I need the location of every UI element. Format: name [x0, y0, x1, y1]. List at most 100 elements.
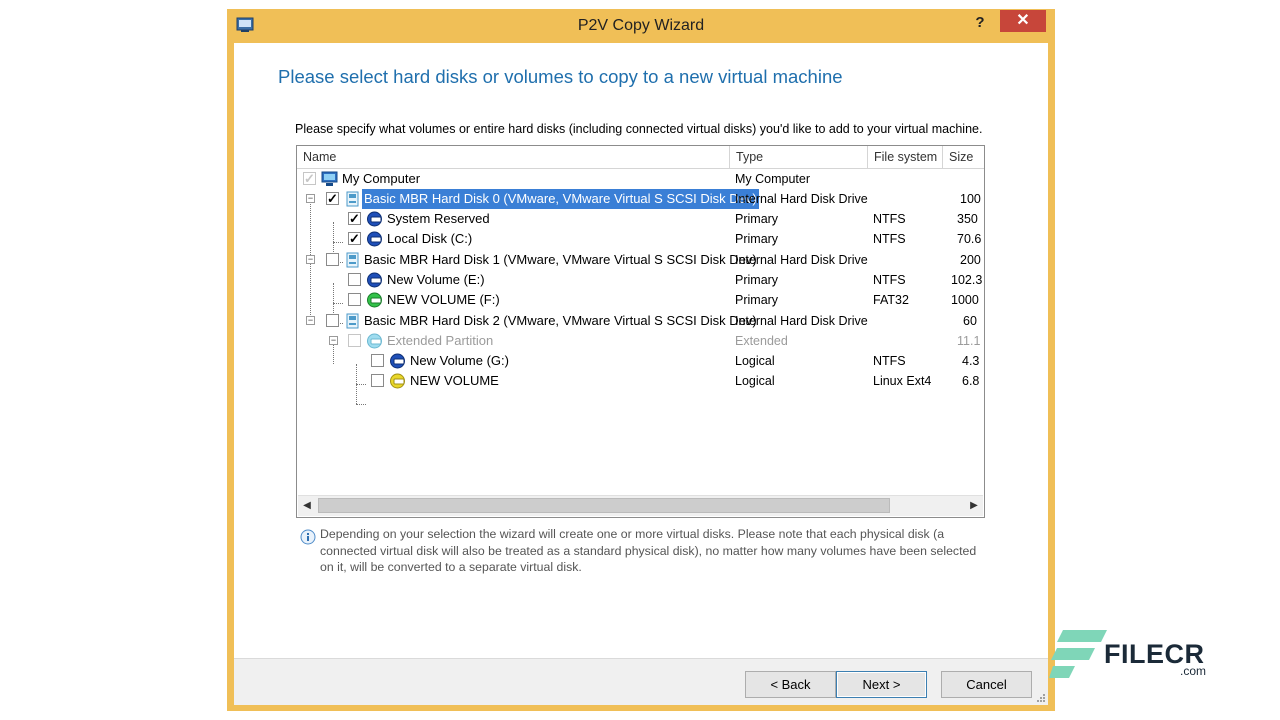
row-checkbox[interactable]	[348, 293, 361, 306]
info-note: Depending on your selection the wizard w…	[320, 527, 977, 574]
column-header-row: Name Type File system Size	[297, 146, 984, 169]
row-checkbox[interactable]	[326, 253, 339, 266]
next-button[interactable]: Next >	[836, 671, 927, 698]
tree-row-disk-2[interactable]: − Basic MBR Hard Disk 2 (VMware, VMware …	[297, 311, 984, 331]
row-type: Primary	[735, 293, 779, 307]
ntfs-volume-icon	[390, 353, 405, 369]
ntfs-volume-icon	[367, 272, 382, 288]
row-checkbox[interactable]: ✓	[348, 212, 361, 225]
disk-tree-list[interactable]: Name Type File system Size ✓ My Computer…	[296, 145, 985, 518]
back-button[interactable]: < Back	[745, 671, 836, 698]
row-size: 6.8	[962, 374, 980, 388]
row-size: 60	[963, 314, 977, 328]
help-button[interactable]: ?	[965, 11, 995, 35]
wizard-footer: < Back Next > Cancel	[234, 658, 1048, 705]
wizard-content: Please select hard disks or volumes to c…	[234, 43, 1048, 705]
row-name: Basic MBR Hard Disk 0 (VMware, VMware Vi…	[362, 189, 759, 209]
column-header-file-system[interactable]: File system	[868, 146, 943, 168]
watermark-suffix: .com	[1180, 664, 1207, 678]
instructions-text: Please specify what volumes or entire ha…	[295, 122, 983, 136]
row-type: Primary	[735, 273, 779, 287]
row-size: 1000	[951, 293, 979, 307]
ntfs-volume-icon	[367, 231, 382, 247]
hard-disk-icon	[346, 313, 359, 329]
row-checkbox[interactable]	[348, 273, 361, 286]
scroll-left-icon[interactable]: ◀	[298, 496, 316, 516]
row-type: Internal Hard Disk Drive	[735, 192, 868, 206]
window-title: P2V Copy Wizard	[577, 17, 705, 34]
title-bar[interactable]: P2V Copy Wizard ? ✕	[227, 9, 1055, 43]
column-header-name[interactable]: Name	[297, 146, 730, 168]
hard-disk-icon	[346, 252, 359, 268]
horizontal-scrollbar[interactable]: ◀ ▶	[298, 495, 983, 516]
row-checkbox[interactable]: ✓	[348, 232, 361, 245]
row-type: My Computer	[735, 172, 811, 186]
column-header-size[interactable]: Size	[943, 146, 984, 168]
extended-partition-icon	[367, 333, 382, 349]
row-file-system: NTFS	[873, 354, 906, 368]
row-size: 200	[960, 253, 981, 267]
tree-connector	[356, 404, 366, 405]
column-header-type[interactable]: Type	[730, 146, 868, 168]
row-size: 102.3	[951, 273, 983, 287]
row-checkbox[interactable]: ✓	[326, 192, 339, 205]
tree-row-new-volume-g[interactable]: New Volume (G:) Logical NTFS 4.3	[297, 351, 984, 371]
tree-row-new-volume-e[interactable]: New Volume (E:) Primary NTFS 102.3	[297, 270, 984, 290]
tree-row-new-volume-linux[interactable]: NEW VOLUME Logical Linux Ext4 6.8	[297, 371, 984, 391]
row-checkbox	[348, 334, 361, 347]
tree-row-my-computer[interactable]: ✓ My Computer My Computer	[297, 169, 984, 189]
collapse-toggle[interactable]: −	[306, 316, 315, 325]
row-file-system: FAT32	[873, 293, 909, 307]
row-file-system: NTFS	[873, 273, 906, 287]
row-name: Extended Partition	[387, 333, 494, 348]
row-checkbox[interactable]	[371, 354, 384, 367]
row-size: 70.6	[957, 232, 982, 246]
row-type: Logical	[735, 374, 775, 388]
ntfs-volume-icon	[367, 211, 382, 227]
wizard-window: P2V Copy Wizard ? ✕ Please select hard d…	[227, 9, 1055, 711]
row-type: Logical	[735, 354, 775, 368]
row-checkbox[interactable]: ✓	[303, 172, 316, 185]
row-checkbox[interactable]	[371, 374, 384, 387]
row-size: 4.3	[962, 354, 980, 368]
collapse-toggle[interactable]: −	[306, 255, 315, 264]
tree-row-local-disk-c[interactable]: ✓ Local Disk (C:) Primary NTFS 70.6	[297, 229, 984, 249]
computer-icon	[321, 171, 338, 186]
row-size: 11.1	[957, 334, 981, 348]
collapse-toggle[interactable]: −	[306, 194, 315, 203]
row-size: 100	[960, 192, 981, 206]
cancel-button[interactable]: Cancel	[941, 671, 1032, 698]
row-type: Extended	[735, 334, 788, 348]
row-file-system: Linux Ext4	[873, 374, 932, 388]
fat-volume-icon	[367, 292, 382, 308]
collapse-toggle[interactable]: −	[329, 336, 338, 345]
info-icon	[300, 529, 316, 545]
row-type: Primary	[735, 232, 779, 246]
row-name: New Volume (E:)	[387, 272, 485, 287]
row-name: Basic MBR Hard Disk 2 (VMware, VMware Vi…	[364, 313, 757, 328]
resize-grip-icon[interactable]	[1036, 693, 1046, 703]
hard-disk-icon	[346, 191, 359, 207]
row-name: NEW VOLUME (F:)	[387, 292, 500, 307]
scroll-right-icon[interactable]: ▶	[965, 496, 983, 516]
linux-volume-icon	[390, 373, 405, 389]
row-type: Internal Hard Disk Drive	[735, 314, 868, 328]
row-type: Primary	[735, 212, 779, 226]
tree-row-disk-0[interactable]: − ✓ Basic MBR Hard Disk 0 (VMware, VMwar…	[297, 189, 984, 209]
row-file-system: NTFS	[873, 212, 906, 226]
tree-row-disk-1[interactable]: − Basic MBR Hard Disk 1 (VMware, VMware …	[297, 250, 984, 270]
filecr-logo-icon	[1049, 630, 1107, 678]
row-name: NEW VOLUME	[410, 373, 499, 388]
row-name: System Reserved	[387, 211, 490, 226]
tree-row-new-volume-f[interactable]: NEW VOLUME (F:) Primary FAT32 1000	[297, 290, 984, 310]
tree-row-system-reserved[interactable]: ✓ System Reserved Primary NTFS 350	[297, 209, 984, 229]
row-checkbox[interactable]	[326, 314, 339, 327]
row-size: 350	[957, 212, 978, 226]
close-button[interactable]: ✕	[1000, 10, 1046, 32]
row-name: New Volume (G:)	[410, 353, 509, 368]
row-name: My Computer	[342, 171, 421, 186]
page-heading: Please select hard disks or volumes to c…	[278, 66, 843, 87]
scrollbar-thumb[interactable]	[318, 498, 890, 513]
tree-row-extended-partition[interactable]: − Extended Partition Extended 11.1	[297, 331, 984, 351]
row-name: Local Disk (C:)	[387, 231, 473, 246]
